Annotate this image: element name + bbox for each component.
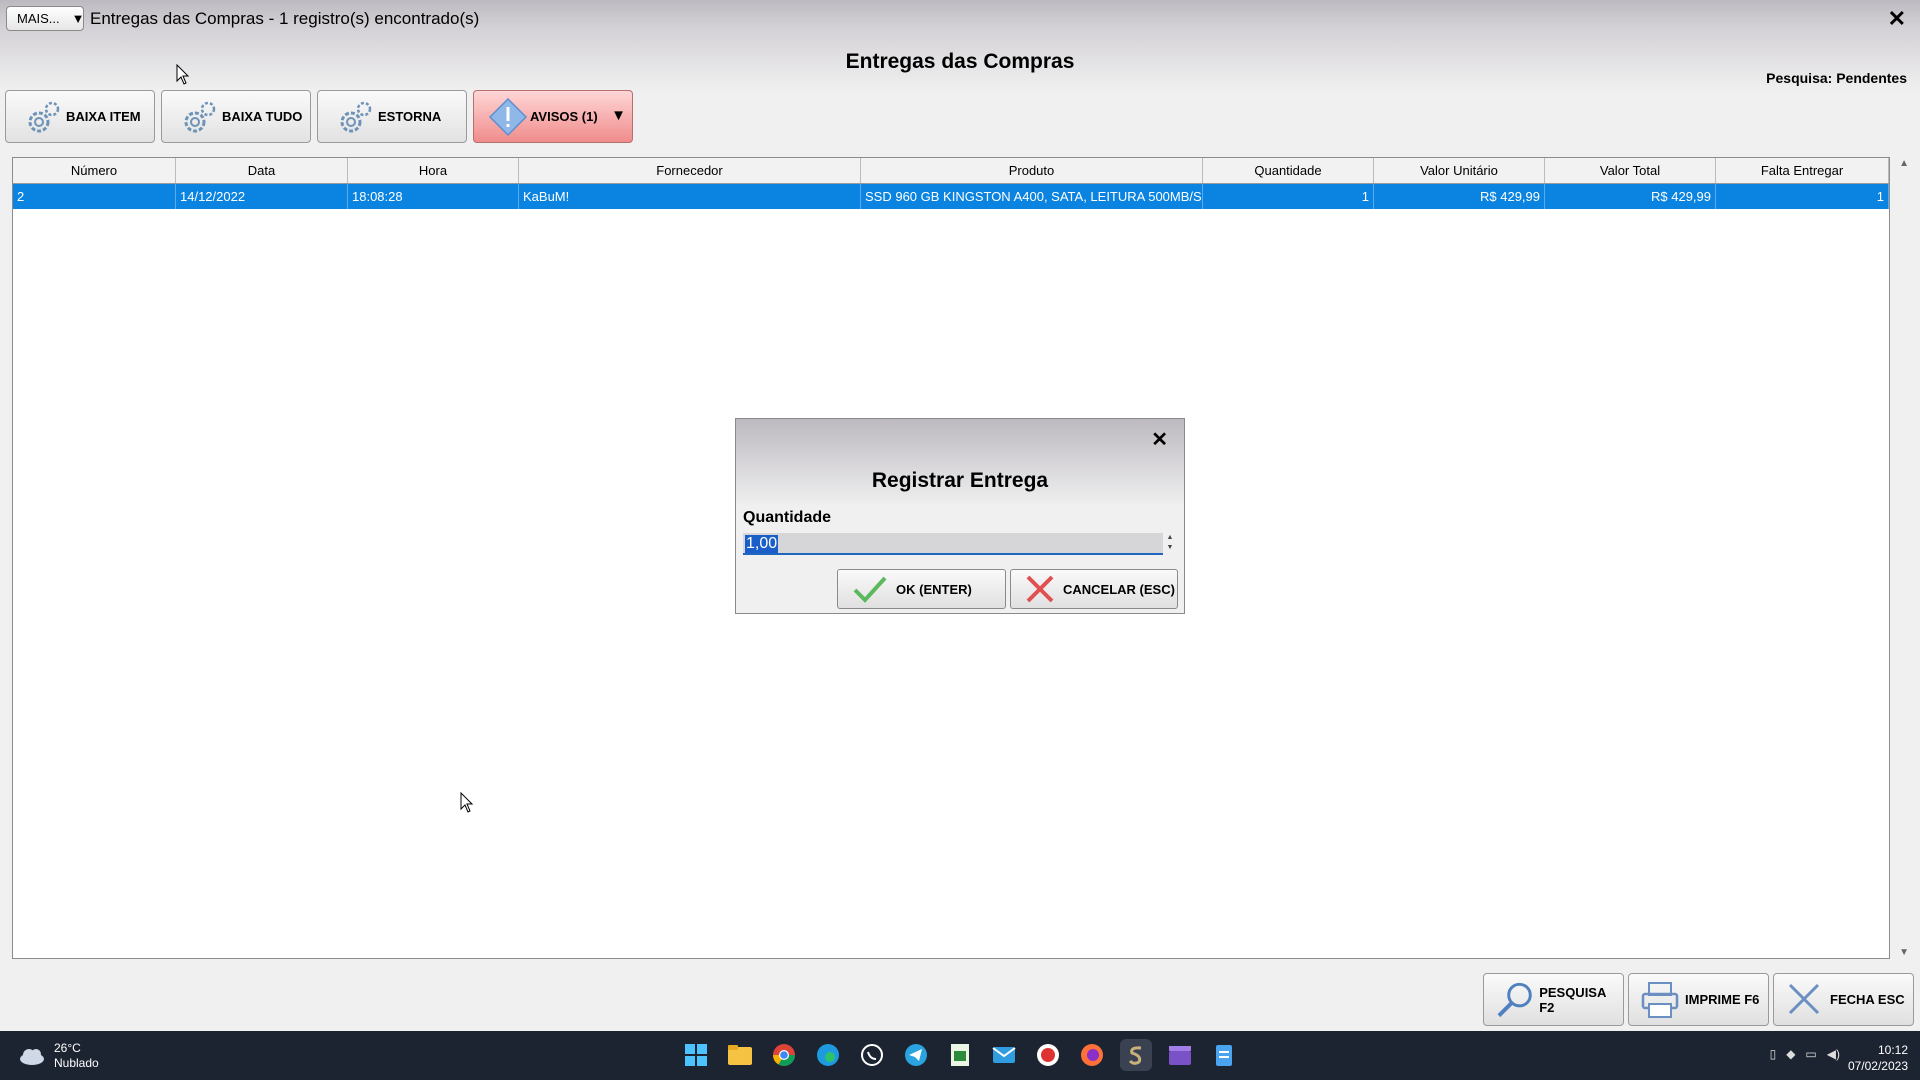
more-menu-label: MAIS... xyxy=(17,11,60,26)
windows-start-icon[interactable] xyxy=(680,1039,712,1071)
edge-icon[interactable] xyxy=(812,1039,844,1071)
column-header-valor-total[interactable]: Valor Total xyxy=(1545,158,1716,183)
search-f2-button[interactable]: PESQUISA F2 xyxy=(1483,973,1624,1026)
app-s-icon[interactable] xyxy=(1120,1039,1152,1071)
telegram-icon[interactable] xyxy=(900,1039,932,1071)
file-explorer-icon[interactable] xyxy=(724,1039,756,1071)
printer-icon xyxy=(1641,981,1679,1018)
column-header-falta-entregar[interactable]: Falta Entregar xyxy=(1716,158,1889,183)
taskbar: 26°C Nublado ▯ ◆ ▭ ◀) 10:12 07/02/2023 xyxy=(0,1031,1920,1080)
scroll-down-arrow-icon[interactable]: ▼ xyxy=(1899,947,1909,958)
page-title: Entregas das Compras xyxy=(845,50,1075,73)
close-icon xyxy=(1026,575,1054,603)
cell-valor-unitario: R$ 429,99 xyxy=(1374,184,1545,209)
increment-arrow-icon[interactable]: ▲ xyxy=(1163,533,1177,543)
search-icon xyxy=(1497,982,1532,1017)
mouse-cursor-icon xyxy=(176,64,190,85)
avisos-label: AVISOS (1) xyxy=(530,109,598,124)
register-delivery-dialog: ✕ Registrar Entrega Quantidade 1,00 ▲ ▼ … xyxy=(735,418,1185,614)
cell-numero: 2 xyxy=(13,184,176,209)
close-window-icon[interactable]: ✕ xyxy=(1888,6,1906,32)
quantity-input[interactable] xyxy=(743,533,1163,555)
column-header-quantidade[interactable]: Quantidade xyxy=(1203,158,1374,183)
print-f6-button[interactable]: IMPRIME F6 xyxy=(1628,973,1769,1026)
checkmark-icon xyxy=(853,576,887,603)
scroll-up-arrow-icon[interactable]: ▲ xyxy=(1899,158,1909,169)
column-header-produto[interactable]: Produto xyxy=(861,158,1203,183)
weather-temperature: 26°C xyxy=(54,1041,81,1055)
chrome-icon[interactable] xyxy=(768,1039,800,1071)
notepad-icon[interactable] xyxy=(1208,1039,1240,1071)
baixa-tudo-label: BAIXA TUDO xyxy=(222,109,303,124)
table-row[interactable]: 2 14/12/2022 18:08:28 KaBuM! SSD 960 GB … xyxy=(13,184,1889,209)
taskbar-apps xyxy=(680,1039,1240,1071)
cell-valor-total: R$ 429,99 xyxy=(1545,184,1716,209)
clock-time: 10:12 xyxy=(1877,1043,1908,1057)
chevron-down-icon[interactable]: ▼ xyxy=(611,107,626,124)
close-esc-button[interactable]: FECHA ESC xyxy=(1773,973,1914,1026)
search-status: Pesquisa: Pendentes xyxy=(1766,70,1907,86)
cell-hora: 18:08:28 xyxy=(348,184,519,209)
close-dialog-icon[interactable]: ✕ xyxy=(1151,427,1168,452)
ok-label: OK (ENTER) xyxy=(896,581,972,597)
chevron-down-icon: ▼ xyxy=(71,11,85,26)
quantity-label: Quantidade xyxy=(743,509,832,526)
clapper-icon[interactable] xyxy=(1164,1039,1196,1071)
cell-quantidade: 1 xyxy=(1203,184,1374,209)
column-header-data[interactable]: Data xyxy=(176,158,348,183)
baixa-item-button[interactable]: BAIXA ITEM xyxy=(5,90,155,143)
spreadsheet-icon[interactable] xyxy=(944,1039,976,1071)
taskbar-clock[interactable]: 10:12 07/02/2023 xyxy=(1848,1042,1908,1074)
battery-icon[interactable]: ▯ xyxy=(1770,1047,1777,1061)
baixa-tudo-button[interactable]: BAIXA TUDO xyxy=(161,90,311,143)
cell-data: 14/12/2022 xyxy=(176,184,348,209)
print-f6-label: IMPRIME F6 xyxy=(1685,992,1760,1007)
column-header-valor-unitario[interactable]: Valor Unitário xyxy=(1374,158,1545,183)
dialog-title: Registrar Entrega xyxy=(871,469,1049,492)
ok-button[interactable]: OK (ENTER) xyxy=(837,569,1006,609)
network-icon[interactable]: ▭ xyxy=(1805,1047,1816,1061)
table-header: Número Data Hora Fornecedor Produto Quan… xyxy=(13,158,1889,184)
mouse-cursor-icon xyxy=(460,792,474,813)
cell-falta-entregar: 1 xyxy=(1716,184,1889,209)
clock-date: 07/02/2023 xyxy=(1847,1059,1908,1073)
volume-icon[interactable]: ◀) xyxy=(1827,1047,1840,1061)
mail-icon[interactable] xyxy=(988,1039,1020,1071)
weather-condition: Nublado xyxy=(54,1056,99,1070)
app-window: MAIS... ▼ Entregas das Compras - 1 regis… xyxy=(0,0,1920,1031)
column-header-fornecedor[interactable]: Fornecedor xyxy=(519,158,861,183)
column-header-numero[interactable]: Número xyxy=(13,158,176,183)
more-menu-button[interactable]: MAIS... ▼ xyxy=(6,6,85,31)
decrement-arrow-icon[interactable]: ▼ xyxy=(1163,543,1177,553)
column-header-hora[interactable]: Hora xyxy=(348,158,519,183)
close-esc-label: FECHA ESC xyxy=(1830,992,1905,1007)
whatsapp-icon[interactable] xyxy=(856,1039,888,1071)
quantity-selected-text: 1,00 xyxy=(745,535,779,553)
gear-icon xyxy=(184,101,216,132)
cell-fornecedor: KaBuM! xyxy=(519,184,861,209)
search-f2-label: PESQUISA F2 xyxy=(1539,984,1606,1015)
cloud-icon xyxy=(20,1049,44,1065)
gear-icon xyxy=(340,101,372,132)
close-icon xyxy=(1788,983,1820,1014)
app-red-icon[interactable] xyxy=(1032,1039,1064,1071)
cell-produto: SSD 960 GB KINGSTON A400, SATA, LEITURA … xyxy=(861,184,1203,209)
cancel-button[interactable]: CANCELAR (ESC) xyxy=(1010,569,1178,609)
estorna-label: ESTORNA xyxy=(378,109,442,124)
firefox-icon[interactable] xyxy=(1076,1039,1108,1071)
warning-icon xyxy=(488,97,528,136)
weather-widget[interactable]: 26°C Nublado xyxy=(18,1041,99,1071)
title-bar: MAIS... ▼ Entregas das Compras - 1 regis… xyxy=(0,0,1920,92)
system-tray: ▯ ◆ ▭ ◀) xyxy=(1770,1047,1840,1061)
estorna-button[interactable]: ESTORNA xyxy=(317,90,467,143)
security-icon[interactable]: ◆ xyxy=(1786,1047,1795,1061)
gear-icon xyxy=(28,101,60,132)
cancel-label: CANCELAR (ESC) xyxy=(1063,581,1175,597)
quantity-stepper[interactable]: ▲ ▼ xyxy=(1163,533,1177,555)
window-title: Entregas das Compras - 1 registro(s) enc… xyxy=(90,9,480,28)
baixa-item-label: BAIXA ITEM xyxy=(66,109,141,124)
avisos-button[interactable]: AVISOS (1) ▼ xyxy=(473,90,633,143)
